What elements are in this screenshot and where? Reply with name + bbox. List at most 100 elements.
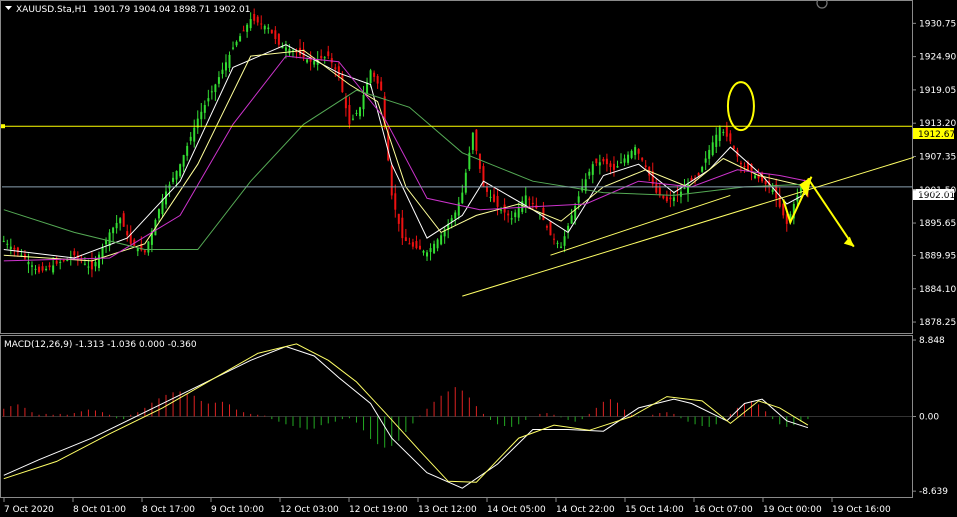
candle-body bbox=[217, 77, 220, 84]
candle-body bbox=[422, 250, 425, 253]
candle-body bbox=[517, 206, 520, 218]
candle-body bbox=[267, 27, 270, 30]
candle bbox=[270, 29, 273, 34]
candle-body bbox=[429, 248, 432, 252]
candle-body bbox=[115, 222, 118, 229]
candle bbox=[214, 83, 217, 101]
candle bbox=[362, 86, 365, 117]
candle bbox=[704, 151, 707, 170]
candle-body bbox=[711, 142, 714, 155]
candle bbox=[454, 210, 457, 226]
candle bbox=[348, 96, 351, 129]
candle-body bbox=[771, 189, 774, 192]
forecast-arrowhead bbox=[843, 236, 854, 247]
candle bbox=[524, 186, 527, 214]
candle bbox=[687, 178, 690, 202]
candle-body bbox=[214, 84, 217, 93]
candle bbox=[136, 247, 139, 257]
candle bbox=[743, 162, 746, 173]
candle-body bbox=[136, 248, 139, 252]
candle bbox=[34, 265, 37, 275]
candle-body bbox=[390, 165, 393, 196]
candle-body bbox=[369, 70, 372, 84]
candle bbox=[115, 215, 118, 234]
candles bbox=[2, 8, 809, 278]
candle bbox=[376, 74, 379, 89]
price-tick-label: 1878.25 bbox=[919, 318, 956, 328]
candle-body bbox=[560, 246, 563, 248]
candle-body bbox=[591, 164, 594, 175]
candle-body bbox=[126, 231, 129, 236]
time-tick-label: 9 Oct 10:00 bbox=[211, 505, 264, 515]
resistance-price-label: 1912.67 bbox=[913, 128, 955, 140]
candle-body bbox=[411, 242, 414, 247]
candle-body bbox=[778, 196, 781, 207]
candle-body bbox=[708, 149, 711, 159]
candle bbox=[168, 181, 171, 197]
candle bbox=[249, 12, 252, 31]
candle-body bbox=[782, 203, 785, 216]
candle-body bbox=[433, 243, 436, 254]
candle-body bbox=[500, 209, 503, 211]
candle bbox=[179, 163, 182, 178]
candle bbox=[545, 224, 548, 231]
candle-body bbox=[616, 166, 619, 168]
time-tick-label: 19 Oct 00:00 bbox=[763, 505, 822, 515]
gear-icon[interactable] bbox=[816, 0, 828, 9]
candle-body bbox=[380, 81, 383, 91]
candle-body bbox=[320, 55, 323, 59]
candle bbox=[299, 39, 302, 59]
time-tick-label: 7 Oct 2020 bbox=[4, 505, 54, 515]
candle bbox=[503, 198, 506, 221]
dropdown-triangle-icon[interactable] bbox=[5, 6, 12, 10]
candle bbox=[157, 208, 160, 223]
candle-body bbox=[623, 158, 626, 163]
candle-body bbox=[743, 165, 746, 167]
candle bbox=[232, 41, 235, 51]
candle bbox=[782, 203, 785, 219]
price-tick-label: 1913.20 bbox=[919, 119, 956, 129]
candle bbox=[203, 100, 206, 120]
candle-body bbox=[510, 218, 513, 220]
candle bbox=[701, 165, 704, 173]
candle-body bbox=[52, 265, 55, 273]
candle-body bbox=[270, 29, 273, 34]
candle bbox=[464, 168, 467, 195]
candle-body bbox=[570, 215, 573, 224]
candle bbox=[411, 238, 414, 250]
candle-body bbox=[588, 171, 591, 176]
candle bbox=[620, 153, 623, 164]
candle bbox=[90, 252, 93, 278]
candle bbox=[274, 26, 277, 45]
candle bbox=[725, 121, 728, 142]
candle-body bbox=[482, 166, 485, 187]
candle-body bbox=[210, 91, 213, 93]
candle-body bbox=[366, 82, 369, 94]
candle-body bbox=[143, 250, 146, 253]
candle-body bbox=[288, 48, 291, 54]
candle bbox=[401, 209, 404, 245]
candle-body bbox=[665, 196, 668, 202]
candle-body bbox=[415, 241, 418, 249]
candle bbox=[507, 210, 510, 223]
candle-body bbox=[362, 94, 365, 110]
candle-body bbox=[493, 194, 496, 202]
candle bbox=[397, 213, 400, 232]
candle-body bbox=[672, 197, 675, 202]
candle bbox=[277, 33, 280, 49]
candle bbox=[351, 114, 354, 121]
candle-body bbox=[605, 158, 608, 165]
candle bbox=[514, 209, 517, 223]
candle-body bbox=[344, 96, 347, 109]
candle bbox=[602, 157, 605, 165]
candle-body bbox=[595, 158, 598, 164]
candle bbox=[186, 142, 189, 161]
candle-body bbox=[83, 263, 86, 265]
candle-body bbox=[764, 181, 767, 185]
candle-body bbox=[45, 268, 48, 270]
candle-body bbox=[277, 33, 280, 45]
candle bbox=[672, 191, 675, 207]
candle-body bbox=[598, 162, 601, 166]
candle-body bbox=[687, 184, 690, 193]
candle-body bbox=[48, 265, 51, 268]
